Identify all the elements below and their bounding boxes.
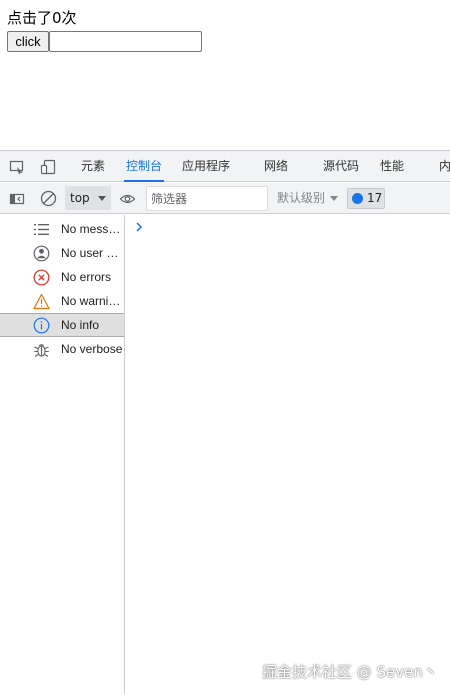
sidebar-item-user-messages[interactable]: No user …: [0, 241, 124, 265]
page-content: 点击了0次 click: [0, 0, 450, 150]
sidebar-item-label: No warni…: [61, 294, 121, 308]
sidebar-toggle-icon[interactable]: [9, 191, 25, 207]
text-input[interactable]: [49, 31, 202, 52]
context-selector[interactable]: top: [65, 186, 111, 210]
tab-console[interactable]: 控制台: [123, 151, 165, 182]
sidebar-item-label: No errors: [61, 270, 112, 284]
chevron-down-icon: [98, 196, 106, 201]
chevron-down-icon: [330, 196, 339, 201]
tab-application[interactable]: 应用程序: [182, 151, 230, 182]
info-icon: [33, 317, 50, 334]
log-level-label: 默认级别: [277, 191, 326, 205]
issues-icon: [352, 193, 363, 204]
issues-count: 17: [367, 191, 383, 205]
sidebar-item-messages[interactable]: No mess…: [0, 217, 124, 241]
error-icon: [33, 269, 50, 286]
tab-network[interactable]: 网络: [264, 151, 288, 182]
context-selector-value: top: [70, 191, 90, 205]
clear-console-icon[interactable]: [40, 190, 57, 207]
click-button[interactable]: click: [7, 31, 49, 52]
list-icon: [33, 221, 50, 238]
filter-input[interactable]: [146, 186, 268, 211]
sidebar-item-warnings[interactable]: No warni…: [0, 289, 124, 313]
tab-performance[interactable]: 性能: [380, 151, 404, 182]
live-expression-eye-icon[interactable]: [119, 191, 136, 207]
bug-icon: [33, 341, 50, 358]
sidebar-item-label: No user …: [61, 246, 119, 260]
device-toggle-icon[interactable]: [40, 159, 56, 175]
console-toolbar: top 默认级别 17: [0, 183, 450, 214]
tab-elements[interactable]: 元素: [81, 151, 105, 182]
sidebar-item-label: No verbose: [61, 342, 123, 356]
devtools-tab-bar: 元素 控制台 应用程序 网络 源代码 性能 内: [0, 151, 450, 182]
sidebar-item-info[interactable]: No info: [0, 313, 124, 337]
console-sidebar: No mess… No user … No errors No warni… N…: [0, 215, 125, 694]
issues-badge[interactable]: 17: [347, 188, 385, 209]
warning-icon: [33, 293, 50, 310]
devtools-panel: 元素 控制台 应用程序 网络 源代码 性能 内 top 默认级别 17: [0, 150, 450, 694]
console-output[interactable]: [125, 215, 450, 694]
inspect-element-icon[interactable]: [9, 159, 25, 175]
tab-more[interactable]: 内: [439, 151, 450, 182]
click-counter-text: 点击了0次: [7, 9, 77, 27]
log-level-selector[interactable]: 默认级别: [277, 183, 339, 214]
user-icon: [33, 245, 50, 262]
tab-sources[interactable]: 源代码: [323, 151, 359, 182]
console-prompt-chevron-icon[interactable]: [135, 218, 143, 237]
sidebar-item-label: No mess…: [61, 222, 121, 236]
sidebar-item-verbose[interactable]: No verbose: [0, 337, 124, 361]
watermark: 掘金技术社区 @ Seven丶: [262, 663, 438, 681]
sidebar-item-label: No info: [61, 318, 100, 332]
sidebar-item-errors[interactable]: No errors: [0, 265, 124, 289]
